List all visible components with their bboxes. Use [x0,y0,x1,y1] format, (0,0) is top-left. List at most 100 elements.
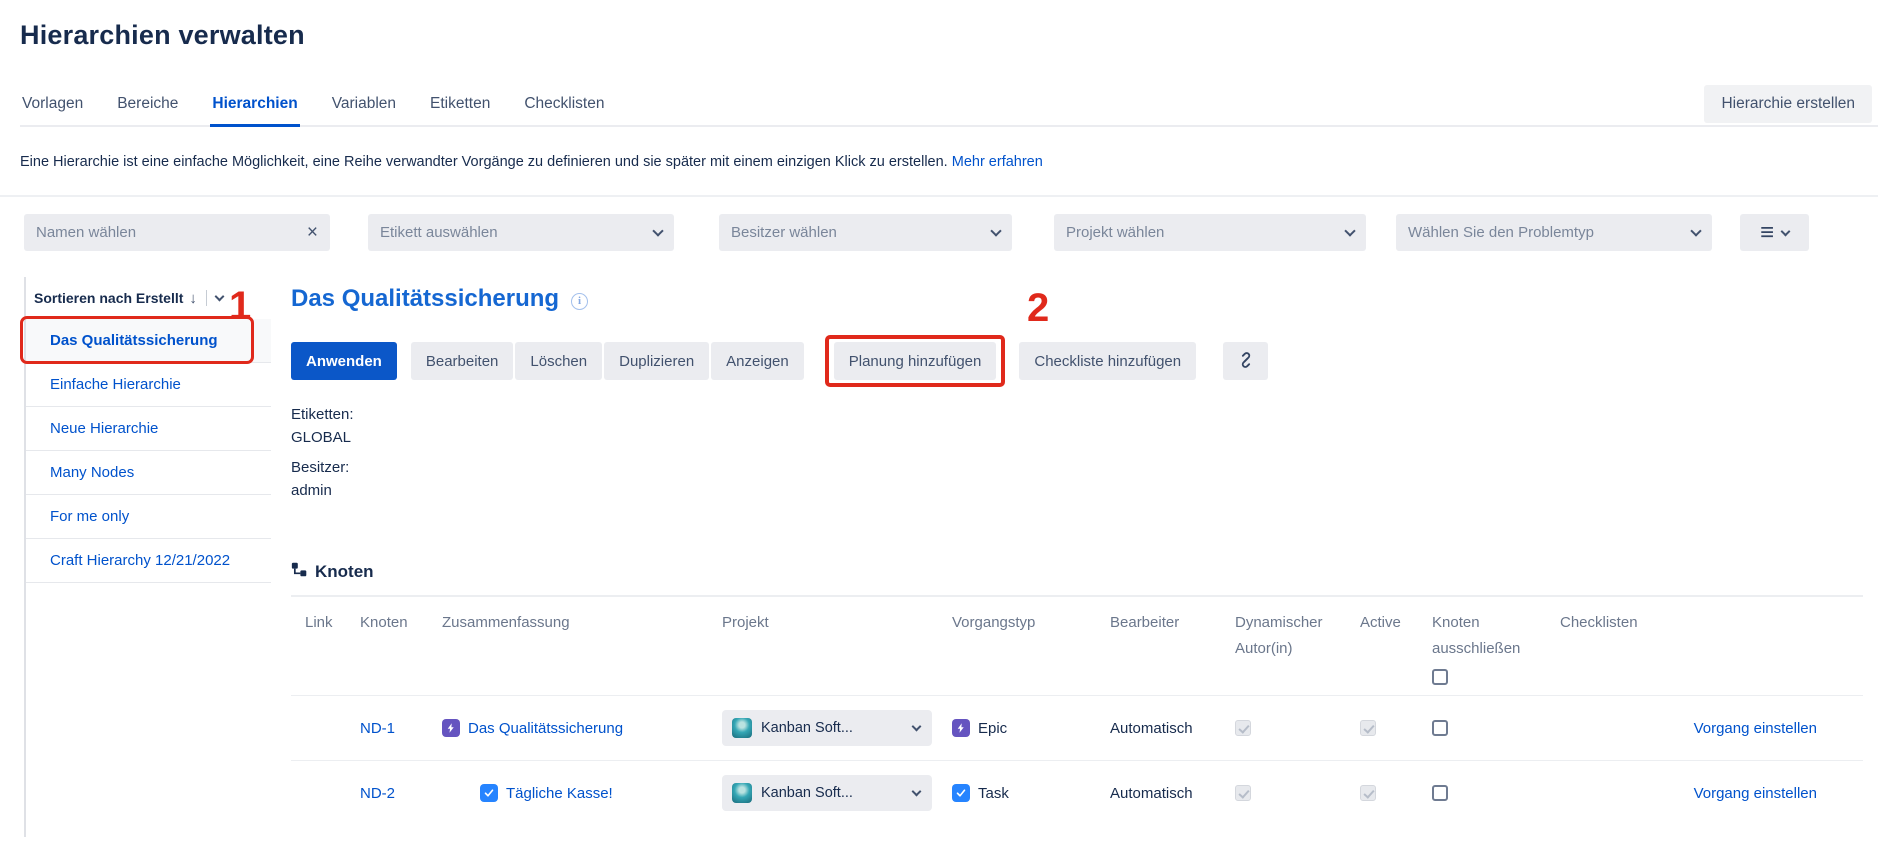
owner-filter-value: Besitzer wählen [731,224,992,241]
col-knoten-ausschliessen: Knoten ausschließen [1432,610,1560,685]
hierarchy-title: Das Qualitätssicherung [291,285,559,313]
table-row-nd1: ND-1 Das Qualitätssicherung Kanban Soft.… [291,695,1863,760]
table-row-nd2: ND-2 Tägliche Kasse! Kanban Soft... [291,760,1863,825]
add-planning-button[interactable]: Planung hinzufügen [834,342,997,380]
label-filter-select[interactable]: Etikett auswählen [368,214,674,251]
summary-link[interactable]: Das Qualitätssicherung [468,720,623,737]
intro-text: Eine Hierarchie ist eine einfache Möglic… [20,154,1878,170]
tab-bar: Vorlagen Bereiche Hierarchien Variablen … [20,95,1878,127]
content-area: Sortieren nach Erstellt ↓ Das Qualitätss… [24,277,1878,837]
sidebar-item-label: Das Qualitätssicherung [50,332,218,349]
create-hierarchy-button[interactable]: Hierarchie erstellen [1704,85,1872,123]
chevron-down-icon[interactable] [214,292,224,302]
name-filter-input[interactable] [36,224,286,241]
sidebar-item-for-me-only[interactable]: For me only [26,495,271,539]
chevron-down-icon [1690,225,1701,236]
exclude-node-checkbox[interactable] [1432,720,1448,736]
delete-button[interactable]: Löschen [515,342,602,380]
exclude-all-checkbox[interactable] [1432,669,1448,685]
project-select-value: Kanban Soft... [761,720,904,736]
duplicate-button[interactable]: Duplizieren [604,342,709,380]
col-dynamischer-autor: Dynamischer Autor(in) [1235,610,1360,685]
sidebar-item-many-nodes[interactable]: Many Nodes [26,451,271,495]
sidebar-item-label: Einfache Hierarchie [50,376,181,393]
hierarchy-detail-panel: Das Qualitätssicherung i Anwenden Bearbe… [291,277,1878,837]
labels-label: Etiketten: [291,406,1878,423]
project-avatar [732,783,752,803]
epic-icon [442,719,460,737]
annotation-box-2: Planung hinzufügen [825,335,1006,387]
apply-button[interactable]: Anwenden [291,342,397,380]
show-button[interactable]: Anzeigen [711,342,804,380]
tab-checklisten[interactable]: Checklisten [522,95,606,125]
project-select[interactable]: Kanban Soft... [722,710,932,746]
set-checklist-link[interactable]: Vorgang einstellen [1694,785,1817,802]
project-select-value: Kanban Soft... [761,785,904,801]
edit-button[interactable]: Bearbeiten [411,342,514,380]
section-divider [0,195,1878,197]
col-vorgangstyp: Vorgangstyp [952,610,1110,685]
exclude-node-checkbox[interactable] [1432,785,1448,801]
sidebar-item-craft-hierarchy[interactable]: Craft Hierarchy 12/21/2022 [26,539,271,583]
tab-etiketten[interactable]: Etiketten [428,95,492,125]
chevron-down-icon [912,722,922,732]
project-filter-value: Projekt wählen [1066,224,1346,241]
col-knoten: Knoten [360,610,442,685]
add-checklist-button[interactable]: Checkliste hinzufügen [1019,342,1196,380]
sidebar-item-neue-hierarchie[interactable]: Neue Hierarchie [26,407,271,451]
set-checklist-link[interactable]: Vorgang einstellen [1694,720,1817,737]
task-icon [952,784,970,802]
action-toolbar: Anwenden Bearbeiten Löschen Duplizieren … [291,335,1878,387]
sidebar-item-label: For me only [50,508,129,525]
project-avatar [732,718,752,738]
labels-value: GLOBAL [291,429,1878,446]
clear-icon[interactable]: × [307,223,318,242]
sort-direction-arrow-icon[interactable]: ↓ [189,290,197,307]
tab-hierarchien[interactable]: Hierarchien [210,95,299,127]
epic-icon [952,719,970,737]
nodes-table-header: Link Knoten Zusammenfassung Projekt Vorg… [291,597,1863,695]
hierarchy-tree-icon [291,561,308,583]
col-link: Link [305,610,360,685]
hierarchy-meta: Etiketten: GLOBAL Besitzer: admin [291,406,1878,499]
tab-variablen[interactable]: Variablen [330,95,398,125]
dynamic-author-checkbox [1235,785,1251,801]
owner-label: Besitzer: [291,459,1878,476]
nodes-table: Link Knoten Zusammenfassung Projekt Vorg… [291,595,1863,825]
owner-value: admin [291,482,1878,499]
chevron-down-icon [1344,225,1355,236]
project-select[interactable]: Kanban Soft... [722,775,932,811]
issuetype-filter-value: Wählen Sie den Problemtyp [1408,224,1692,241]
tab-vorlagen[interactable]: Vorlagen [20,95,85,125]
chevron-down-icon [652,225,663,236]
list-options-button[interactable]: ≡ [1740,214,1809,251]
sidebar-item-label: Many Nodes [50,464,134,481]
summary-cell: Tägliche Kasse! [442,784,722,802]
summary-link[interactable]: Tägliche Kasse! [506,785,613,802]
tab-bereiche[interactable]: Bereiche [115,95,180,125]
learn-more-link[interactable]: Mehr erfahren [952,154,1043,170]
node-key-link[interactable]: ND-2 [360,785,395,802]
issuetype-label: Epic [978,720,1007,737]
info-icon[interactable]: i [571,293,588,310]
col-active: Active [1360,610,1432,685]
hamburger-icon: ≡ [1760,221,1774,245]
sort-label: Sortieren nach Erstellt [34,290,183,306]
annotation-digit-1: 1 [229,286,251,326]
owner-filter-select[interactable]: Besitzer wählen [719,214,1012,251]
project-filter-select[interactable]: Projekt wählen [1054,214,1366,251]
issuetype-cell: Epic [952,719,1110,737]
node-key-link[interactable]: ND-1 [360,720,395,737]
name-filter[interactable]: × [24,214,330,251]
issuetype-label: Task [978,785,1009,802]
dynamic-author-checkbox [1235,720,1251,736]
sidebar-item-label: Craft Hierarchy 12/21/2022 [50,552,230,569]
issuetype-filter-select[interactable]: Wählen Sie den Problemtyp [1396,214,1712,251]
active-checkbox [1360,785,1376,801]
divider [206,290,207,306]
sidebar-item-einfache-hierarchie[interactable]: Einfache Hierarchie [26,363,271,407]
page-title: Hierarchien verwalten [20,20,1878,51]
nodes-section-header: Knoten [291,561,1878,583]
copy-link-button[interactable] [1223,342,1268,380]
active-checkbox [1360,720,1376,736]
